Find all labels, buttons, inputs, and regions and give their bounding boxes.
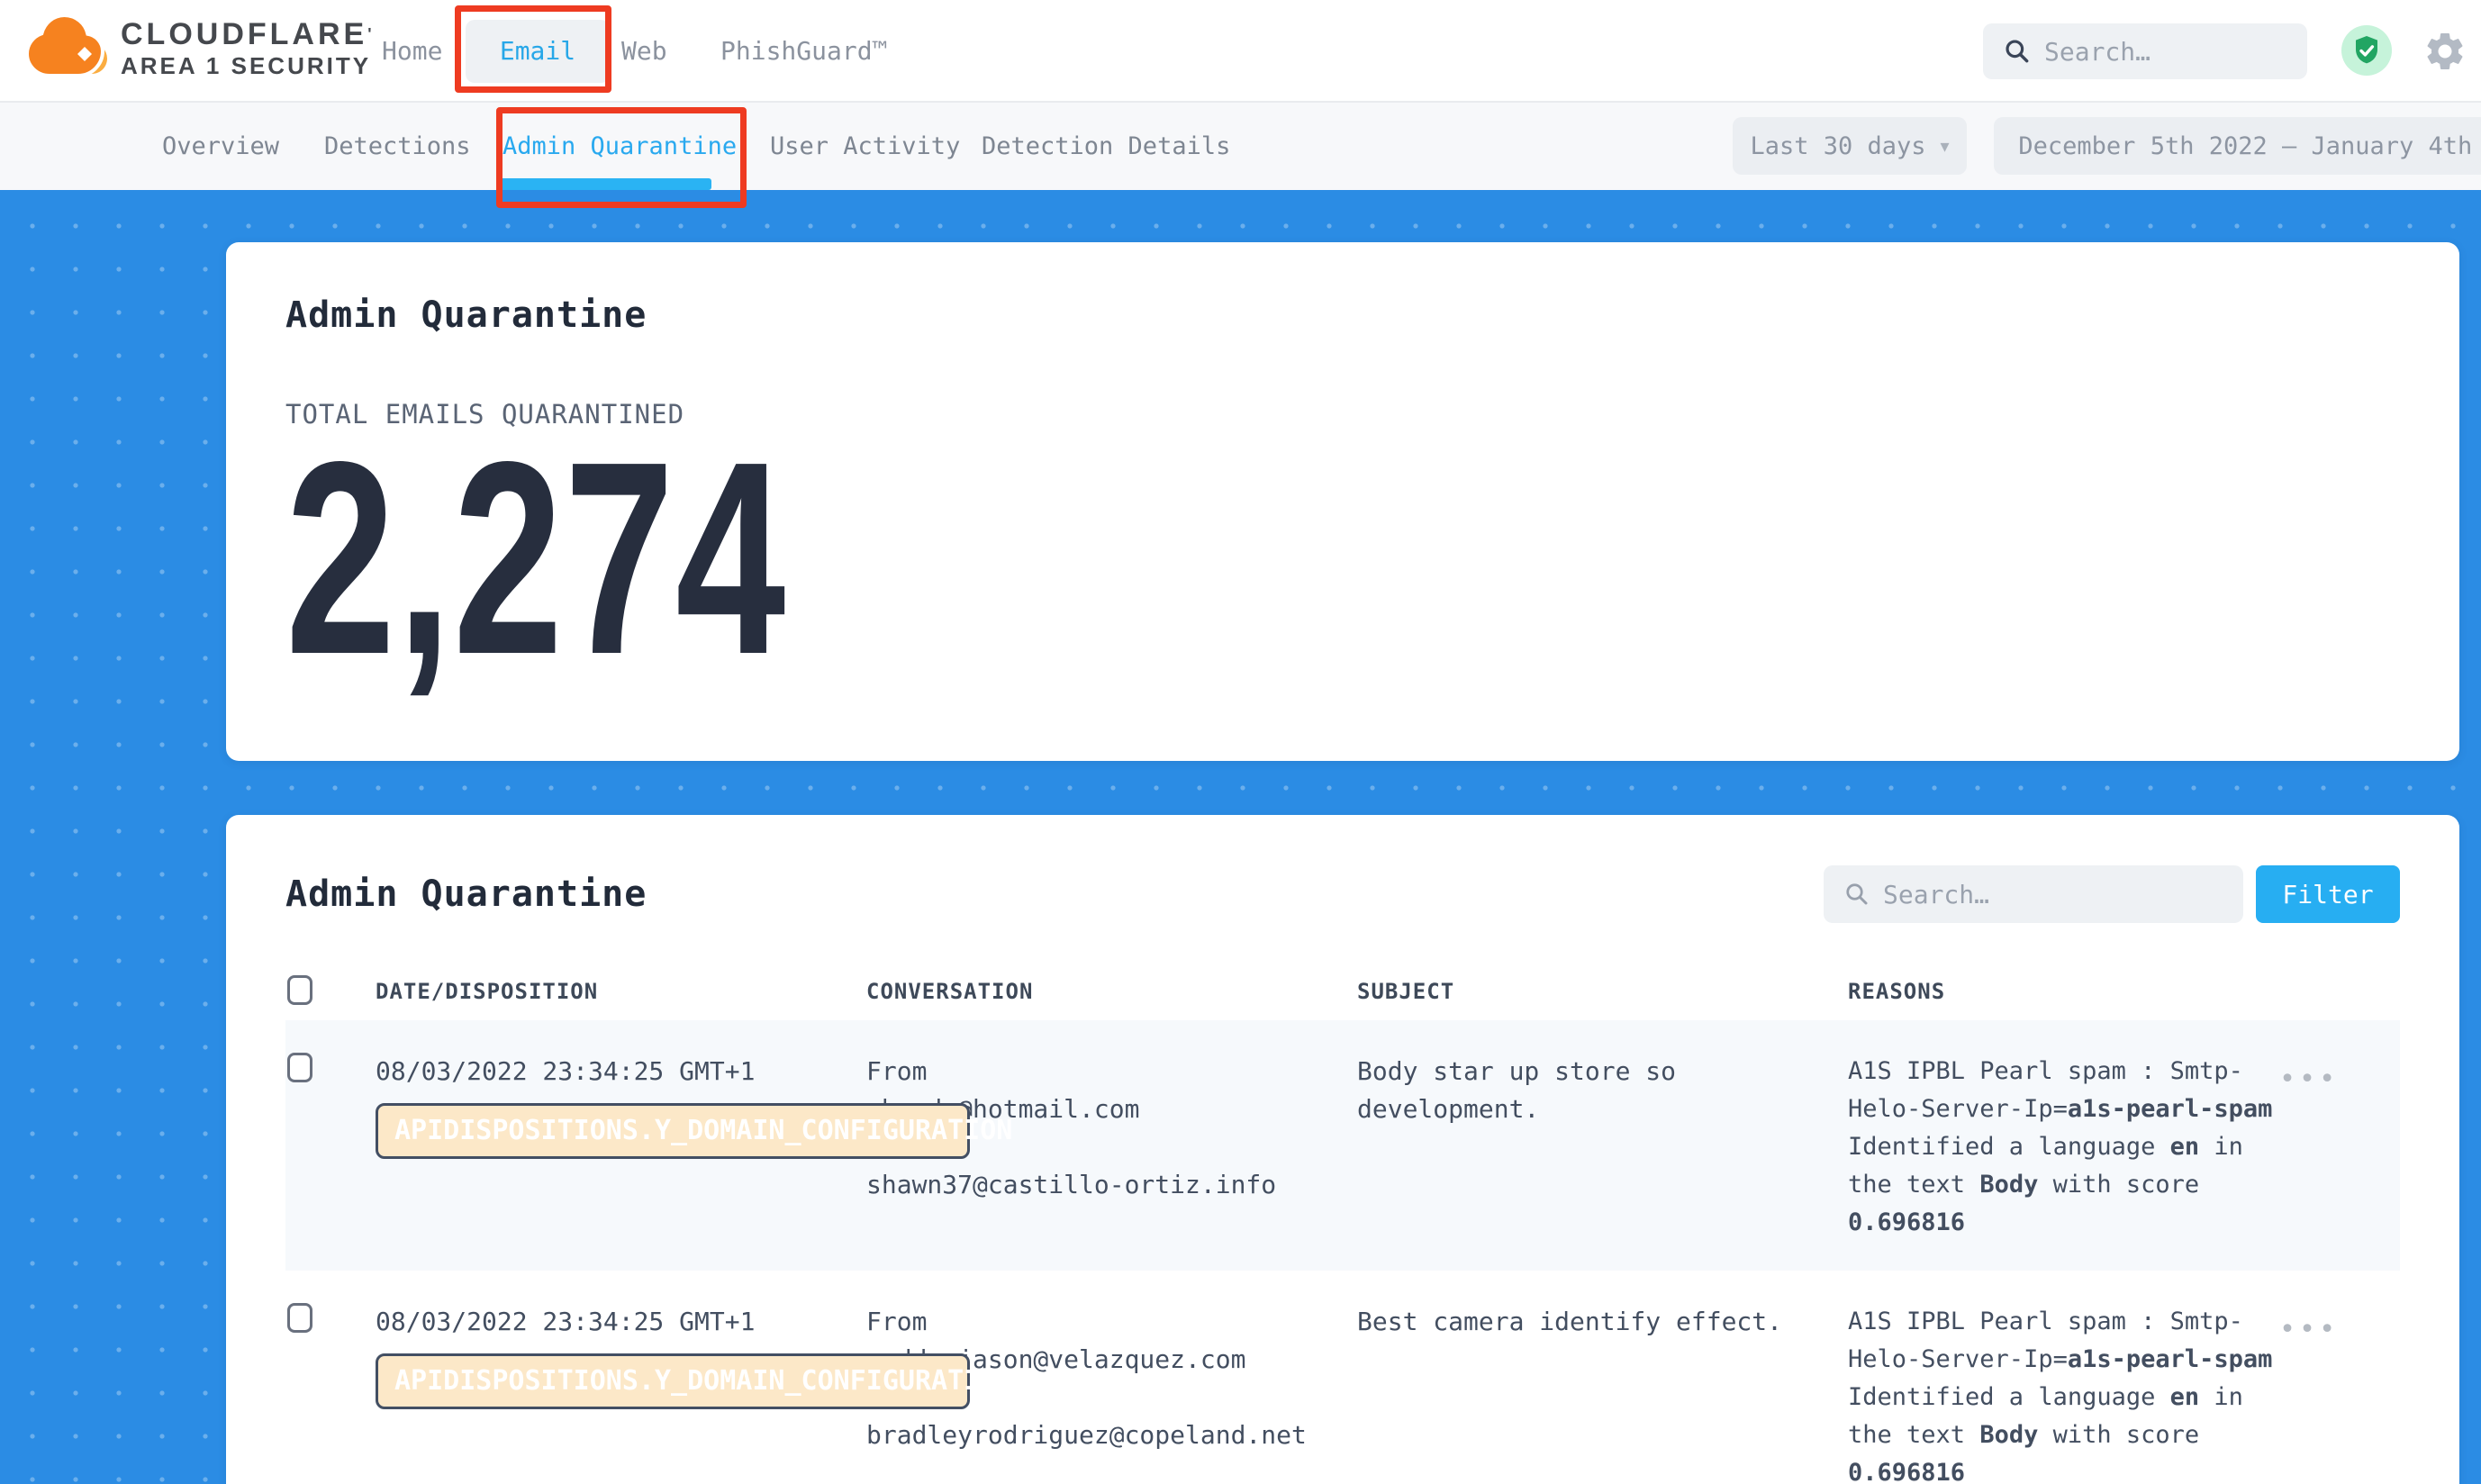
col-conversation: CONVERSATION	[866, 979, 1357, 1004]
tab-user-activity[interactable]: User Activity	[770, 103, 960, 190]
to-address: shawn37@castillo-ortiz.info	[866, 1166, 1357, 1204]
table-row: 08/03/2022 23:34:25 GMT+1 APIDISPOSITION…	[285, 1271, 2400, 1484]
quarantine-table-card: Admin Quarantine Filter DATE/DISPOSITION…	[226, 815, 2459, 1484]
table-card-title: Admin Quarantine	[285, 873, 647, 915]
cloudflare-area1-logo[interactable]: CLOUDFLARE' AREA 1 SECURITY	[23, 9, 375, 86]
page-background: Admin Quarantine TOTAL EMAILS QUARANTINE…	[0, 190, 2481, 1484]
nav-item-home[interactable]: Home	[382, 0, 442, 103]
select-all-checkbox[interactable]	[287, 975, 312, 1005]
disposition-badge: APIDISPOSITIONS.Y_DOMAIN_CONFIGURATION	[376, 1103, 970, 1159]
cloudflare-cloud-icon	[23, 9, 113, 86]
nav-item-email[interactable]: Email	[466, 20, 610, 83]
cell-subject: Body star up store so development.	[1357, 1053, 1848, 1242]
top-nav-bar: CLOUDFLARE' AREA 1 SECURITY Home Email W…	[0, 0, 2481, 103]
brand-mark: '	[367, 25, 375, 43]
search-icon	[1843, 881, 1870, 908]
table-search[interactable]	[1824, 865, 2243, 923]
tab-overview[interactable]: Overview	[162, 103, 279, 190]
table-row: 08/03/2022 23:34:25 GMT+1 APIDISPOSITION…	[285, 1020, 2400, 1271]
email-section-tabs: Overview Detections Admin Quarantine Use…	[0, 103, 2481, 190]
global-search[interactable]	[1983, 23, 2307, 79]
cell-date-disposition: 08/03/2022 23:34:25 GMT+1 APIDISPOSITION…	[376, 1303, 866, 1484]
protection-status-icon[interactable]	[2341, 25, 2392, 76]
page-title: Admin Quarantine	[285, 294, 2400, 336]
search-icon	[2003, 37, 2032, 66]
cell-subject: Best camera identify effect.	[1357, 1303, 1848, 1484]
date-range-dropdown[interactable]: Last 30 days ▾	[1733, 117, 1967, 175]
brand-subtitle: AREA 1 SECURITY	[121, 52, 375, 79]
nav-item-web[interactable]: Web	[621, 0, 667, 103]
cell-date-disposition: 08/03/2022 23:34:25 GMT+1 APIDISPOSITION…	[376, 1053, 866, 1242]
col-reasons: REASONS	[1848, 979, 2279, 1004]
tab-detection-details[interactable]: Detection Details	[982, 103, 1230, 190]
cell-reasons: A1S IPBL Pearl spam : Smtp-Helo-Server-I…	[1848, 1053, 2279, 1242]
row-checkbox[interactable]	[287, 1053, 312, 1082]
tab-admin-quarantine[interactable]: Admin Quarantine	[503, 103, 737, 190]
row-date: 08/03/2022 23:34:25 GMT+1	[376, 1303, 866, 1341]
table-search-input[interactable]	[1883, 880, 2243, 909]
filter-button[interactable]: Filter	[2256, 865, 2400, 923]
row-date: 08/03/2022 23:34:25 GMT+1	[376, 1053, 866, 1090]
nav-item-phishguard[interactable]: PhishGuard™	[720, 0, 887, 103]
chevron-down-icon: ▾	[1941, 135, 1950, 157]
global-search-input[interactable]	[2044, 37, 2307, 67]
table-header-row: DATE/DISPOSITION CONVERSATION SUBJECT RE…	[285, 963, 2400, 1020]
tab-detections[interactable]: Detections	[324, 103, 471, 190]
disposition-badge: APIDISPOSITIONS.Y_DOMAIN_CONFIGURATION	[376, 1353, 970, 1409]
settings-gear-icon[interactable]	[2422, 29, 2467, 74]
row-menu-icon[interactable]: •••	[2279, 1303, 2339, 1345]
col-subject: SUBJECT	[1357, 979, 1848, 1004]
date-range-display[interactable]: December 5th 2022 — January 4th 2023	[1994, 117, 2481, 175]
brand-name: CLOUDFLARE'	[121, 16, 375, 52]
quarantine-table: DATE/DISPOSITION CONVERSATION SUBJECT RE…	[285, 963, 2400, 1484]
to-address: bradleyrodriguez@copeland.net	[866, 1416, 1357, 1454]
row-menu-icon[interactable]: •••	[2279, 1053, 2339, 1095]
row-checkbox[interactable]	[287, 1303, 312, 1333]
stat-value: 2,274	[285, 455, 1808, 662]
cell-reasons: A1S IPBL Pearl spam : Smtp-Helo-Server-I…	[1848, 1303, 2279, 1484]
active-tab-indicator	[498, 178, 711, 190]
quarantine-summary-card: Admin Quarantine TOTAL EMAILS QUARANTINE…	[226, 242, 2459, 761]
col-date-disposition: DATE/DISPOSITION	[376, 979, 866, 1004]
